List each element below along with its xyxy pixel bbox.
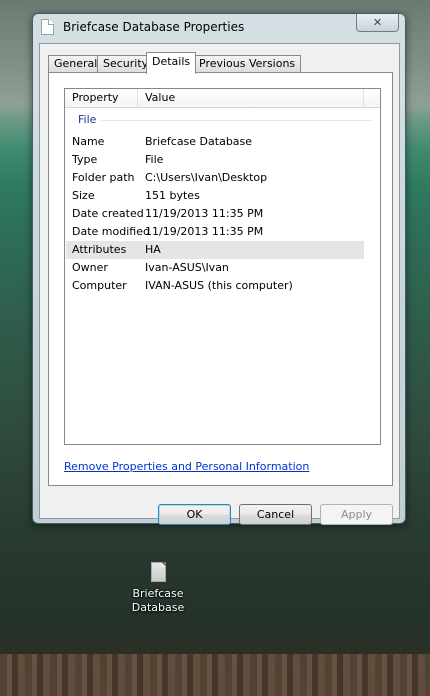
group-header-file[interactable]: File xyxy=(65,111,380,128)
details-tab-panel: Property Value File Name Briefcase Datab… xyxy=(48,72,393,486)
list-item[interactable]: Date created 11/19/2013 11:35 PM xyxy=(66,205,364,223)
desktop-fence-background xyxy=(0,654,430,696)
properties-dialog: Briefcase Database Properties ✕ General … xyxy=(32,13,406,525)
desktop-file-briefcase-database[interactable]: Briefcase Database xyxy=(128,562,188,615)
document-icon xyxy=(150,562,166,582)
title-bar[interactable]: Briefcase Database Properties ✕ xyxy=(33,14,405,42)
tab-general[interactable]: General xyxy=(48,55,104,73)
tab-details[interactable]: Details xyxy=(146,52,197,74)
property-value: 151 bytes xyxy=(145,189,200,202)
file-icon xyxy=(41,19,54,35)
dialog-client-area: General Security Details Previous Versio… xyxy=(39,43,400,525)
group-label: File xyxy=(78,113,97,126)
property-name: Date created xyxy=(72,207,144,220)
property-name: Owner xyxy=(72,261,108,274)
list-item[interactable]: Type File xyxy=(66,151,364,169)
property-name: Size xyxy=(72,189,95,202)
property-value: C:\Users\Ivan\Desktop xyxy=(145,171,268,184)
property-value: 11/19/2013 11:35 PM xyxy=(145,207,264,220)
property-name: Computer xyxy=(72,279,127,292)
column-header: Property Value xyxy=(65,89,380,108)
remove-properties-link[interactable]: Remove Properties and Personal Informati… xyxy=(64,460,309,473)
desktop-icon-label-line1: Briefcase xyxy=(132,587,184,600)
group-divider xyxy=(101,120,372,121)
list-item-selected[interactable]: Attributes HA xyxy=(66,241,364,259)
property-value: File xyxy=(145,153,164,166)
cancel-button[interactable]: Cancel xyxy=(239,504,312,525)
property-name: Date modified xyxy=(72,225,150,238)
property-name: Attributes xyxy=(72,243,127,256)
property-value: 11/19/2013 11:35 PM xyxy=(145,225,264,238)
property-name: Type xyxy=(72,153,98,166)
desktop-icon-label: Briefcase Database xyxy=(128,587,188,615)
tab-previous-versions[interactable]: Previous Versions xyxy=(193,55,302,73)
list-item[interactable]: Computer IVAN-ASUS (this computer) xyxy=(66,277,364,295)
apply-button[interactable]: Apply xyxy=(320,504,393,525)
property-value: Briefcase Database xyxy=(145,135,253,148)
list-item[interactable]: Date modified 11/19/2013 11:35 PM xyxy=(66,223,364,241)
property-name: Name xyxy=(72,135,105,148)
close-button[interactable]: ✕ xyxy=(356,14,399,32)
ok-button[interactable]: OK xyxy=(158,504,231,525)
details-list[interactable]: Property Value File Name Briefcase Datab… xyxy=(64,88,381,445)
property-value: HA xyxy=(145,243,161,256)
property-name: Folder path xyxy=(72,171,135,184)
desktop-icon-label-line2: Database xyxy=(131,601,185,614)
property-value: Ivan-ASUS\Ivan xyxy=(145,261,229,274)
column-header-property[interactable]: Property xyxy=(65,89,138,108)
window-title: Briefcase Database Properties xyxy=(63,20,245,34)
list-item[interactable]: Owner Ivan-ASUS\Ivan xyxy=(66,259,364,277)
property-value: IVAN-ASUS (this computer) xyxy=(145,279,293,292)
list-item[interactable]: Size 151 bytes xyxy=(66,187,364,205)
list-item[interactable]: Folder path C:\Users\Ivan\Desktop xyxy=(66,169,364,187)
column-header-filler xyxy=(364,89,381,108)
column-header-value[interactable]: Value xyxy=(138,89,364,108)
list-item[interactable]: Name Briefcase Database xyxy=(66,133,364,151)
